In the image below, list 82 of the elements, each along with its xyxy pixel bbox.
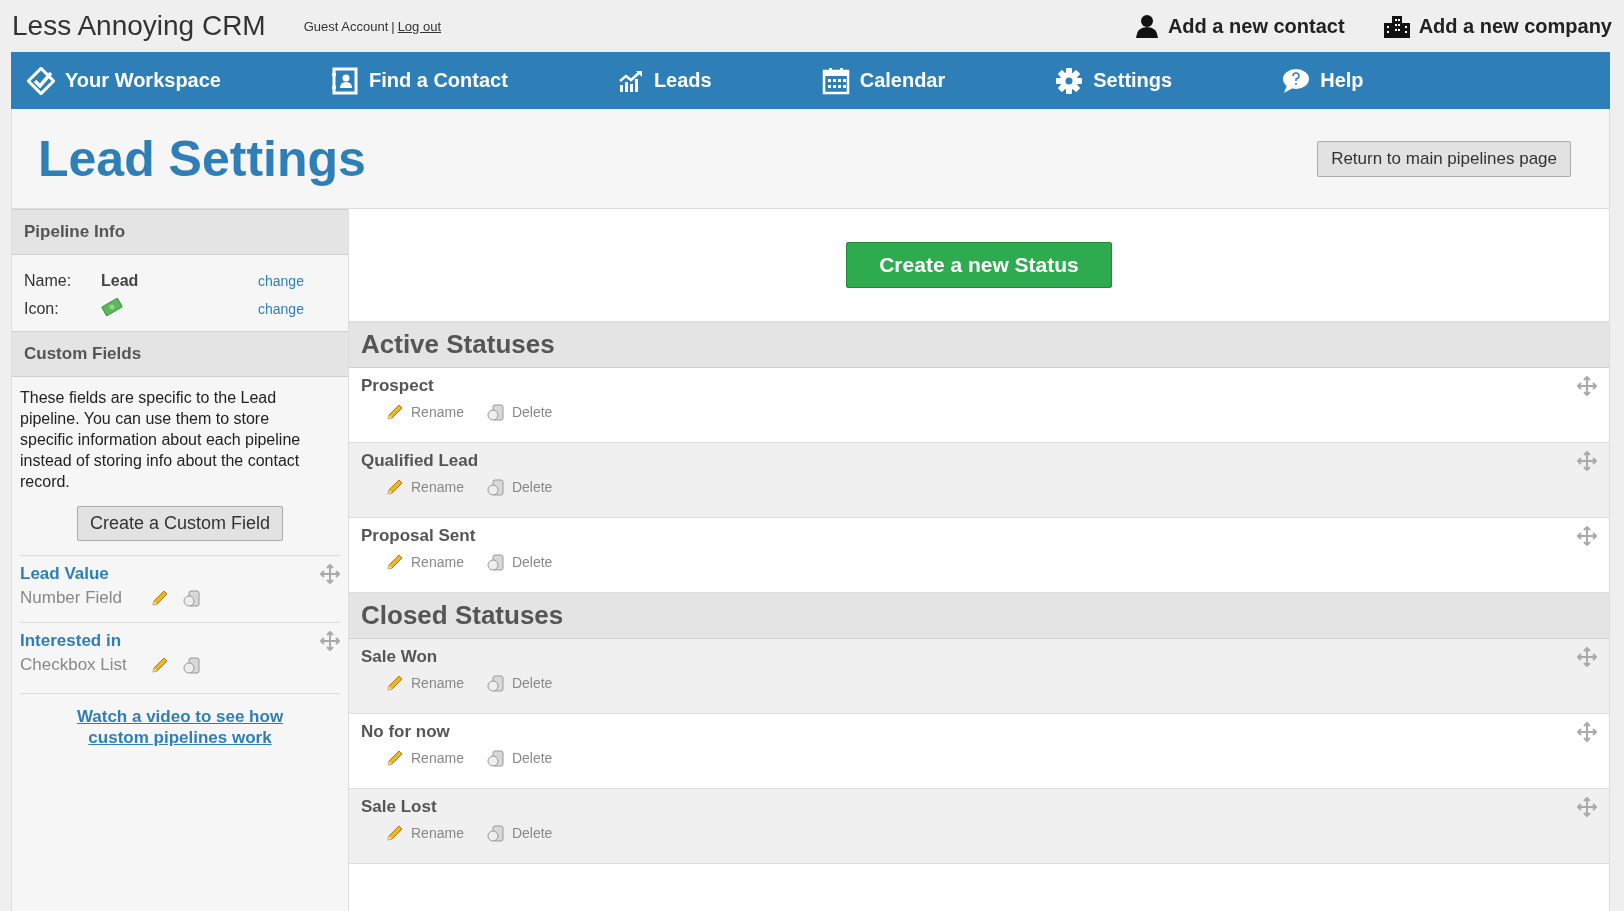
create-custom-field-button[interactable]: Create a Custom Field: [76, 506, 284, 541]
status-name: Qualified Lead: [361, 451, 479, 470]
delete-link[interactable]: Delete: [485, 823, 553, 843]
nav-tab[interactable]: Help: [1282, 67, 1364, 94]
move-icon[interactable]: [1577, 797, 1597, 817]
trash-icon[interactable]: [182, 588, 202, 608]
status-name: No for now: [361, 722, 450, 741]
status-name: Prospect: [361, 376, 434, 395]
settings-icon: [1055, 66, 1084, 95]
help-bubble-icon: [1282, 67, 1311, 94]
move-icon[interactable]: [320, 631, 340, 651]
nav-tab[interactable]: Find a Contact: [331, 66, 508, 95]
pencil-icon: [385, 477, 405, 497]
delete-link[interactable]: Delete: [485, 748, 553, 768]
logout-link[interactable]: Log out: [397, 18, 441, 34]
add-contact-link[interactable]: Add a new contact: [1133, 13, 1345, 39]
field-type: Checkbox List: [20, 655, 128, 675]
field-type: Number Field: [20, 588, 124, 608]
move-icon[interactable]: [1577, 526, 1597, 546]
field-label: Name:: [24, 272, 73, 290]
nav-tab[interactable]: Leads: [617, 68, 712, 93]
trash-icon: [485, 477, 506, 497]
trash-icon: [485, 402, 506, 422]
app-logo-text[interactable]: Less Annoying CRM: [12, 10, 266, 42]
custom-field-name[interactable]: Lead Value: [20, 564, 109, 583]
pipeline-name: Lead: [101, 272, 140, 290]
page-title: Lead Settings: [38, 129, 366, 188]
move-icon[interactable]: [1577, 647, 1597, 667]
description-text: These fields are specific to the Lead pipeline. You can use them to store specific information about each pipeline instead of storing info about the contact record.: [20, 388, 302, 492]
rename-link[interactable]: Rename: [385, 552, 464, 572]
calendar-icon: [821, 66, 850, 95]
status-name: Sale Won: [361, 647, 438, 666]
chart-icon: [617, 68, 644, 93]
panel-heading: Pipeline Info: [12, 209, 348, 255]
buildings-icon: [1382, 13, 1411, 39]
account-label: Guest Account: [303, 18, 389, 34]
person-icon: [1133, 13, 1160, 39]
pencil-icon: [385, 402, 405, 422]
create-status-button[interactable]: Create a new Status: [846, 242, 1112, 288]
account-separator: |: [391, 18, 395, 34]
status-name: Proposal Sent: [361, 526, 476, 545]
rename-link[interactable]: Rename: [385, 748, 464, 768]
rename-link[interactable]: Rename: [385, 402, 464, 422]
rename-link[interactable]: Rename: [385, 673, 464, 693]
return-button[interactable]: Return to main pipelines page: [1317, 140, 1571, 177]
status-name: Sale Lost: [361, 797, 437, 816]
pencil-icon: [385, 748, 405, 768]
pencil-icon[interactable]: [150, 588, 170, 608]
nav-tab[interactable]: Your Workspace: [27, 66, 221, 95]
section-heading: Closed Statuses: [349, 593, 1609, 639]
pencil-icon: [385, 552, 405, 572]
panel-heading: Custom Fields: [12, 331, 348, 377]
add-company-link[interactable]: Add a new company: [1382, 13, 1612, 39]
delete-link[interactable]: Delete: [485, 673, 553, 693]
move-icon[interactable]: [1577, 451, 1597, 471]
custom-field-name[interactable]: Interested in: [20, 631, 122, 650]
trash-icon: [485, 552, 506, 572]
change-link[interactable]: change: [258, 301, 304, 317]
video-link[interactable]: Watch a video to see how custom pipelines work: [75, 706, 285, 748]
move-icon[interactable]: [1577, 376, 1597, 396]
delete-link[interactable]: Delete: [485, 552, 553, 572]
nav-tab[interactable]: Calendar: [821, 66, 946, 95]
trash-icon[interactable]: [182, 655, 202, 675]
change-link[interactable]: change: [258, 273, 304, 289]
pencil-icon: [385, 673, 405, 693]
trash-icon: [485, 823, 506, 843]
pencil-icon: [385, 823, 405, 843]
money-icon: [101, 298, 123, 316]
move-icon[interactable]: [1577, 722, 1597, 742]
contact-card-icon: [331, 66, 359, 95]
move-icon[interactable]: [320, 564, 340, 584]
trash-icon: [485, 673, 506, 693]
check-diamond-icon: [27, 66, 55, 95]
section-heading: Active Statuses: [349, 322, 1609, 368]
pencil-icon[interactable]: [150, 655, 170, 675]
field-label: Icon:: [24, 300, 60, 318]
rename-link[interactable]: Rename: [385, 477, 464, 497]
delete-link[interactable]: Delete: [485, 402, 553, 422]
trash-icon: [485, 748, 506, 768]
delete-link[interactable]: Delete: [485, 477, 553, 497]
nav-tab[interactable]: Settings: [1055, 66, 1173, 95]
rename-link[interactable]: Rename: [385, 823, 464, 843]
